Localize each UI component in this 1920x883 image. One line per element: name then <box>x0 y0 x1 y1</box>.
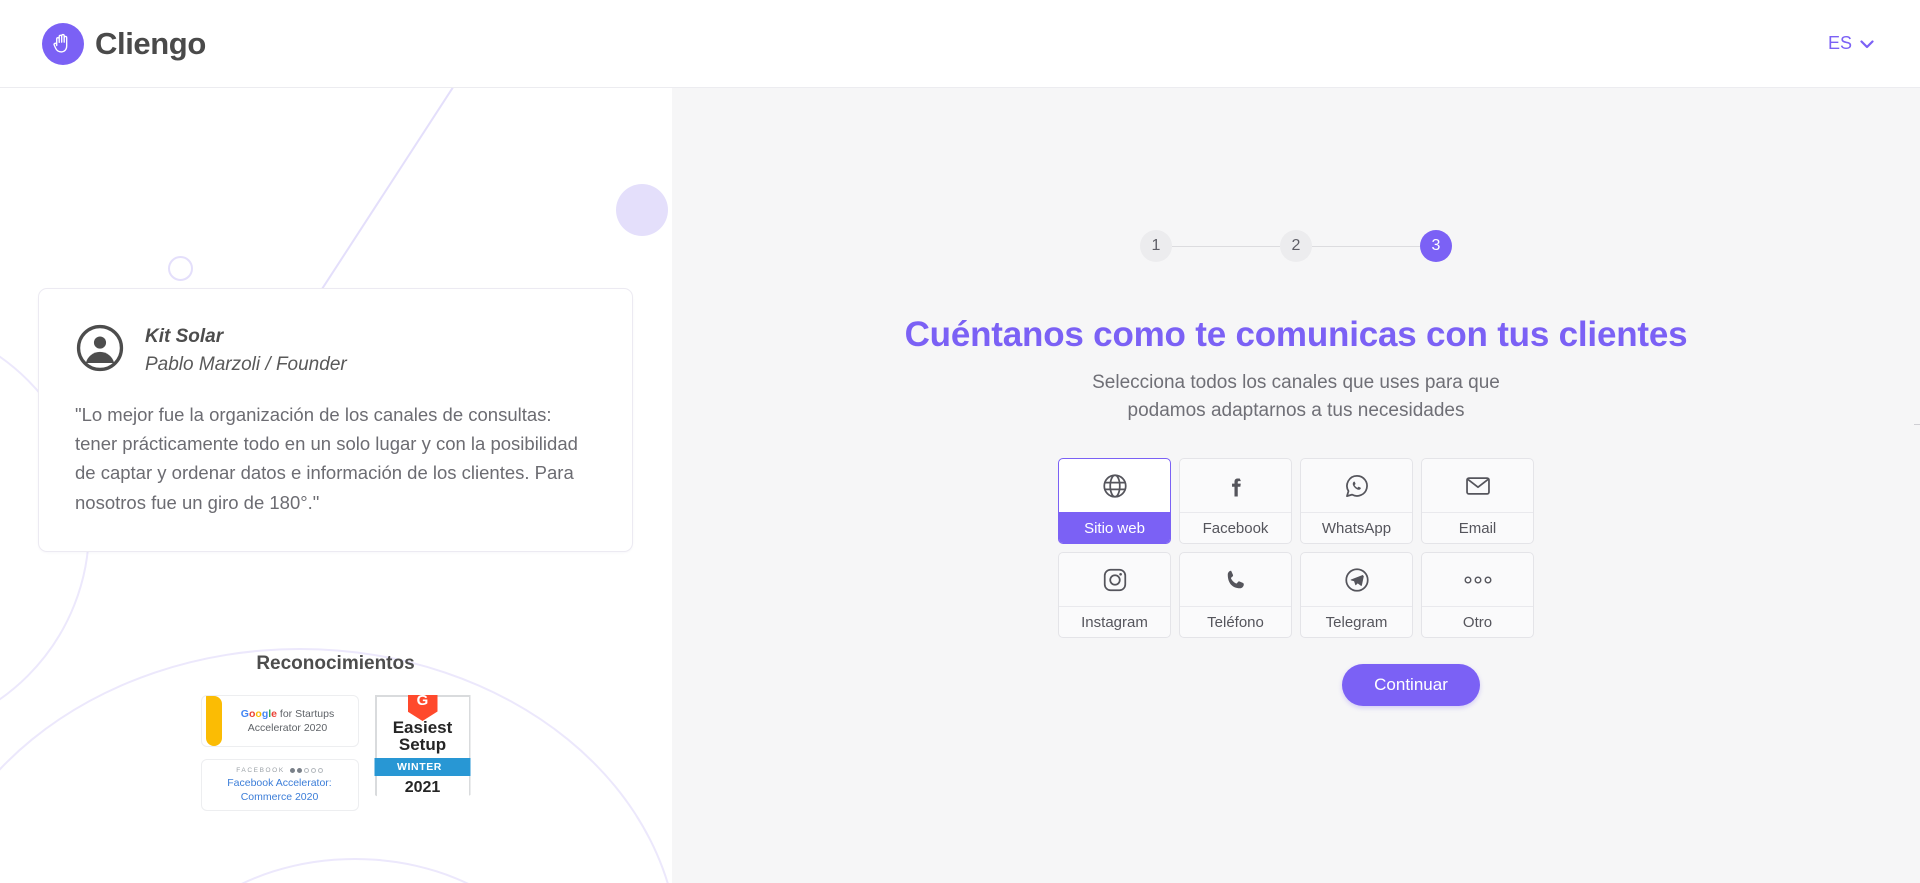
facebook-dots-icon <box>289 768 323 773</box>
channel-option-telegram[interactable]: Telegram <box>1300 552 1413 639</box>
channel-label: Facebook <box>1180 512 1291 543</box>
step-1[interactable]: 1 <box>1140 230 1172 262</box>
google-badge-text: Google for Startups Accelerator 2020 <box>222 707 358 735</box>
onboarding-page: Cliengo ES Kit Solar Pablo Marzoli / Fou… <box>0 0 1920 883</box>
channel-option-whatsapp[interactable]: WhatsApp <box>1300 458 1413 545</box>
google-badge-line2: Accelerator 2020 <box>247 722 328 734</box>
testimonial-header: Kit Solar Pablo Marzoli / Founder <box>75 323 594 378</box>
ellipsis-icon <box>1422 553 1533 606</box>
g2-season: WINTER <box>374 758 471 777</box>
g2-shield-shape: G Easiest Setup WINTER 2021 <box>374 695 471 823</box>
decorative-circle-filled <box>616 184 668 236</box>
page-body: Kit Solar Pablo Marzoli / Founder "Lo me… <box>0 88 1920 883</box>
continue-row: Continuar <box>672 664 1920 707</box>
page-title: Cuéntanos como te comunicas con tus clie… <box>904 315 1688 354</box>
step-connector <box>1172 245 1280 247</box>
continue-button[interactable]: Continuar <box>1342 664 1480 707</box>
g2-logo-icon: G <box>407 692 438 721</box>
channel-option-facebook[interactable]: Facebook <box>1179 458 1292 545</box>
badge-list: Google for Startups Accelerator 2020 FAC… <box>38 695 633 823</box>
testimonial-card: Kit Solar Pablo Marzoli / Founder "Lo me… <box>38 288 633 552</box>
envelope-icon <box>1422 459 1533 512</box>
facebook-badge-line1: Facebook Accelerator: <box>227 777 332 789</box>
hand-logo-icon <box>42 22 84 65</box>
channel-label: Otro <box>1422 606 1533 637</box>
testimonial-company: Kit Solar <box>145 325 224 347</box>
decorative-line <box>303 88 512 318</box>
step-connector <box>1312 245 1420 247</box>
channel-label: Teléfono <box>1180 606 1291 637</box>
facebook-accelerator-badge: FACEBOOK Facebook Accelerator: Commerce … <box>200 759 359 811</box>
channel-grid: Sitio web Facebook WhatsApp Email Instag… <box>1058 458 1534 639</box>
facebook-icon <box>1180 459 1291 512</box>
step-3[interactable]: 3 <box>1420 230 1452 262</box>
facebook-wordmark-row: FACEBOOK <box>208 767 352 774</box>
channel-label: WhatsApp <box>1301 512 1412 543</box>
channel-option-email[interactable]: Email <box>1421 458 1534 545</box>
telegram-icon <box>1301 553 1412 606</box>
google-bar-icon <box>205 696 222 746</box>
step-indicator: 1 2 3 <box>1140 230 1452 262</box>
badge-column: Google for Startups Accelerator 2020 FAC… <box>200 695 359 811</box>
channel-label: Instagram <box>1059 606 1170 637</box>
channel-label: Email <box>1422 512 1533 543</box>
google-for-startups-badge: Google for Startups Accelerator 2020 <box>200 695 359 747</box>
channel-label: Telegram <box>1301 606 1412 637</box>
g2-easiest-setup-badge: G Easiest Setup WINTER 2021 <box>374 695 471 823</box>
google-badge-line1: Google for Startups <box>240 707 335 720</box>
channel-option-instagram[interactable]: Instagram <box>1058 552 1171 639</box>
language-selector[interactable]: ES <box>1828 33 1874 54</box>
channel-label: Sitio web <box>1059 512 1170 544</box>
facebook-wordmark: FACEBOOK <box>236 767 285 774</box>
decorative-circle-outline <box>168 256 193 281</box>
page-subtitle: Selecciona todos los canales que uses pa… <box>1092 372 1500 421</box>
channel-option-otro[interactable]: Otro <box>1421 552 1534 639</box>
recognitions-section: Reconocimientos Google for Startups Acce… <box>38 653 633 823</box>
language-label: ES <box>1827 33 1852 53</box>
brand-name: Cliengo <box>95 25 206 61</box>
testimonial-quote: "Lo mejor fue la organización de los can… <box>75 404 578 513</box>
brand-logo[interactable]: Cliengo <box>42 22 206 65</box>
user-avatar-icon <box>75 323 125 378</box>
testimonial-author: Kit Solar Pablo Marzoli / Founder <box>145 326 347 376</box>
facebook-badge-line2: Commerce 2020 <box>240 790 319 803</box>
chevron-down-icon <box>1860 33 1874 54</box>
globe-icon <box>1059 459 1170 512</box>
top-header: Cliengo ES <box>0 0 1920 88</box>
testimonial-role: Pablo Marzoli / Founder <box>145 353 347 375</box>
decorative-arc <box>140 858 570 883</box>
g2-line2: Setup <box>398 735 447 755</box>
instagram-icon <box>1059 553 1170 606</box>
whatsapp-icon <box>1301 459 1412 512</box>
recognitions-title: Reconocimientos <box>256 653 415 674</box>
g2-logo-letter: G <box>416 692 429 709</box>
g2-year: 2021 <box>404 779 441 797</box>
left-promo-panel: Kit Solar Pablo Marzoli / Founder "Lo me… <box>0 88 672 883</box>
step-2[interactable]: 2 <box>1280 230 1312 262</box>
google-badge-suffix: for Startups <box>277 707 335 720</box>
panel-edge-marker <box>1914 424 1920 425</box>
main-content-panel: 1 2 3 Cuéntanos como te comunicas con tu… <box>672 88 1920 883</box>
g2-line1: Easiest <box>392 718 453 737</box>
channel-option-sitio-web[interactable]: Sitio web <box>1058 458 1171 545</box>
phone-icon <box>1180 553 1291 606</box>
channel-option-telefono[interactable]: Teléfono <box>1179 552 1292 639</box>
